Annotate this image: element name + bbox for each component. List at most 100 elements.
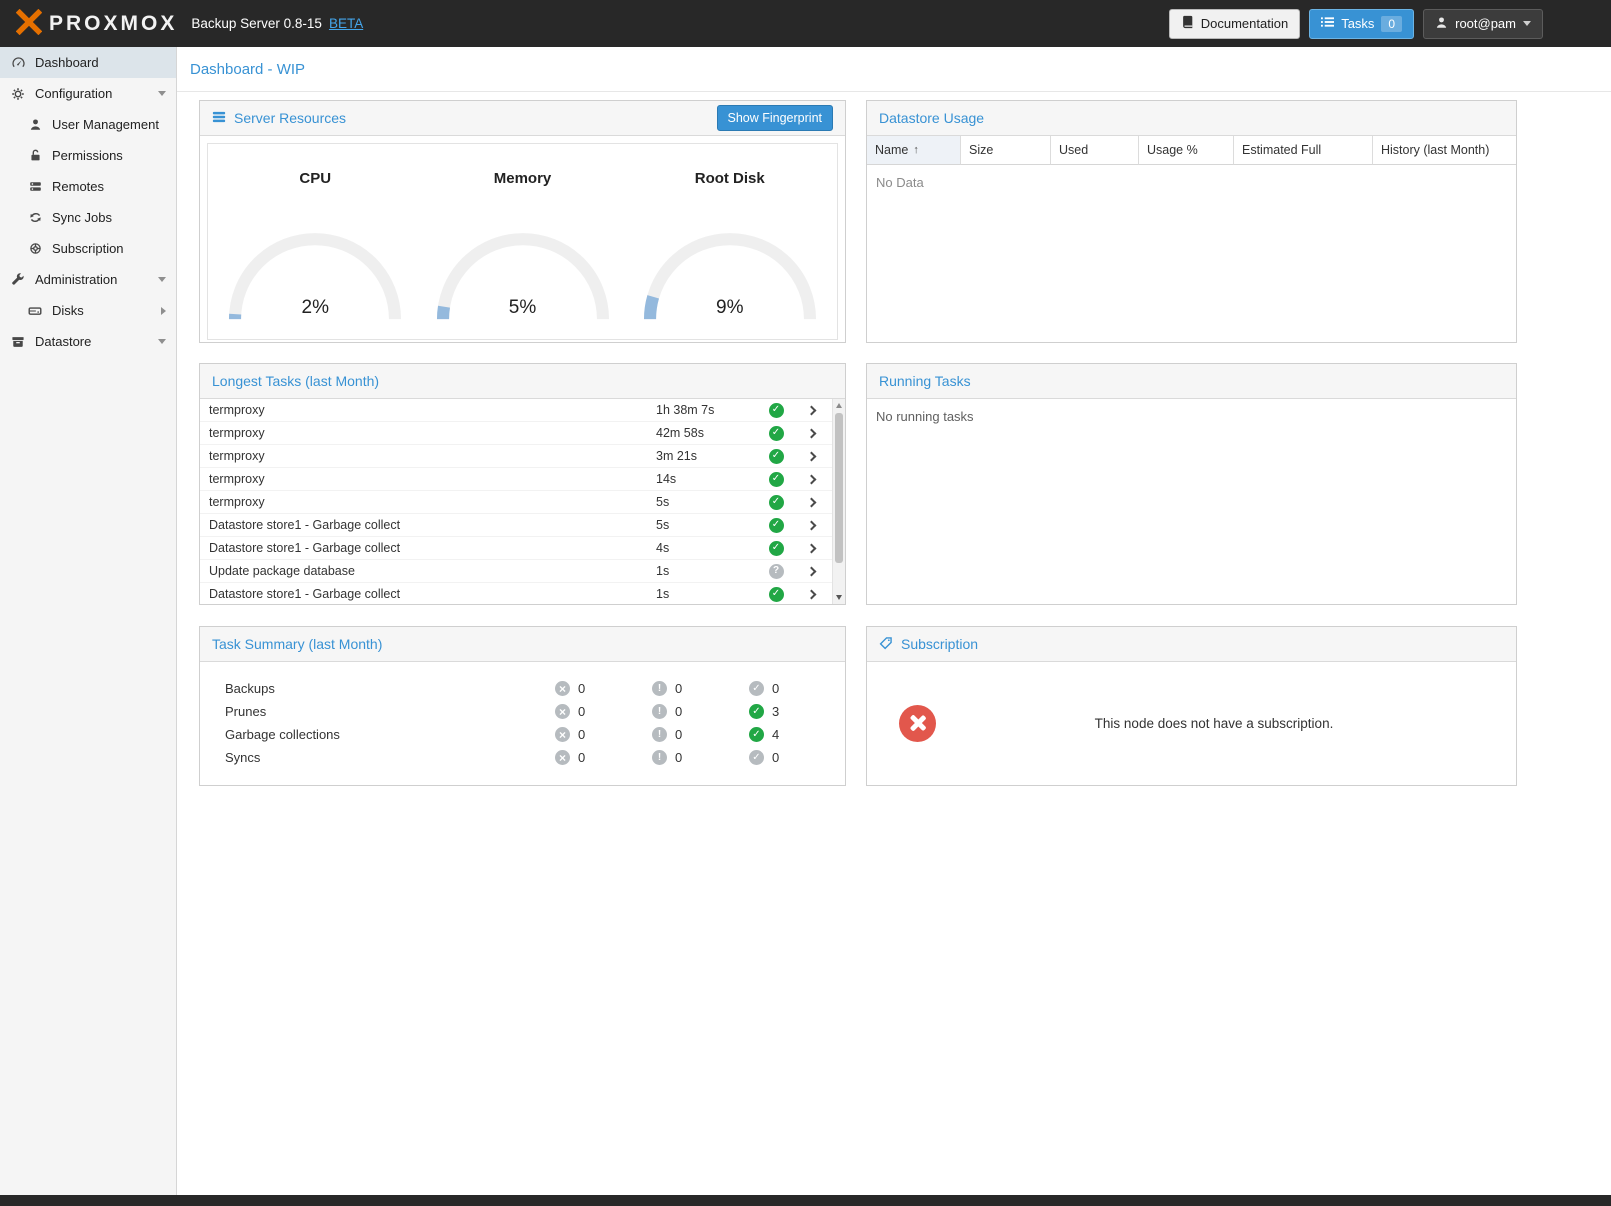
task-status-icon	[769, 449, 784, 464]
chevron-right-icon	[807, 520, 817, 530]
column-header-history[interactable]: History (last Month)	[1373, 136, 1516, 165]
sidebar: Dashboard Configuration User Management	[0, 47, 177, 1195]
panel-title: Server Resources	[234, 110, 346, 126]
task-row[interactable]: termproxy 42m 58s	[200, 422, 832, 445]
sidebar-item-sync-jobs[interactable]: Sync Jobs	[0, 202, 176, 233]
sidebar-item-user-management[interactable]: User Management	[0, 109, 176, 140]
task-open-button[interactable]	[794, 522, 832, 529]
task-summary-body: Backups 0 0 0 Prunes 0 0 3 Garbage colle…	[200, 662, 845, 769]
panel-header: Task Summary (last Month)	[200, 627, 845, 662]
caret-down-icon	[1523, 21, 1531, 26]
summary-row[interactable]: Syncs 0 0 0	[200, 746, 845, 769]
archive-icon	[10, 335, 26, 349]
tasks-button[interactable]: Tasks 0	[1309, 9, 1414, 39]
sidebar-item-datastore[interactable]: Datastore	[0, 326, 176, 357]
root-disk-gauge: Root Disk 9%	[630, 170, 830, 323]
ok-status-icon	[749, 681, 764, 696]
task-open-button[interactable]	[794, 430, 832, 437]
chevron-right-icon	[807, 474, 817, 484]
main-content: Dashboard - WIP Server Resources Show Fi…	[177, 47, 1611, 1195]
column-header-usage-pct[interactable]: Usage %	[1139, 136, 1234, 165]
unlock-icon	[27, 149, 43, 162]
summary-row[interactable]: Prunes 0 0 3	[200, 700, 845, 723]
sync-icon	[27, 211, 43, 224]
gauge-label: Memory	[423, 170, 623, 188]
sidebar-item-subscription[interactable]: Subscription	[0, 233, 176, 264]
task-status-icon	[769, 403, 784, 418]
warning-status-icon	[652, 727, 667, 742]
expand-arrow-icon[interactable]	[161, 307, 166, 315]
task-row[interactable]: Datastore store1 - Garbage collect 4s	[200, 537, 832, 560]
sidebar-item-label: Subscription	[52, 241, 124, 256]
sidebar-item-configuration[interactable]: Configuration	[0, 78, 176, 109]
error-status-icon	[555, 704, 570, 719]
summary-row[interactable]: Garbage collections 0 0 4	[200, 723, 845, 746]
task-row[interactable]: termproxy 3m 21s	[200, 445, 832, 468]
sidebar-item-label: User Management	[52, 117, 159, 132]
scroll-up-icon[interactable]	[836, 403, 842, 408]
proxmox-logo: PROXMOX	[16, 9, 177, 38]
scrollbar-thumb[interactable]	[835, 413, 843, 563]
show-fingerprint-button[interactable]: Show Fingerprint	[717, 105, 834, 131]
tasks-label: Tasks	[1341, 16, 1374, 31]
chevron-right-icon	[807, 428, 817, 438]
sidebar-item-label: Remotes	[52, 179, 104, 194]
sidebar-item-administration[interactable]: Administration	[0, 264, 176, 295]
gauge-value: 5%	[423, 297, 623, 319]
panel-header: Datastore Usage	[867, 101, 1516, 136]
datastore-usage-panel: Datastore Usage Name ↑ Size Used Usage %…	[866, 100, 1517, 343]
task-open-button[interactable]	[794, 568, 832, 575]
datastore-usage-table-header: Name ↑ Size Used Usage % Estimated Full …	[867, 136, 1516, 165]
sidebar-item-permissions[interactable]: Permissions	[0, 140, 176, 171]
sidebar-item-remotes[interactable]: Remotes	[0, 171, 176, 202]
column-header-estimated-full[interactable]: Estimated Full	[1234, 136, 1373, 165]
task-row[interactable]: Update package database 1s	[200, 560, 832, 583]
error-status-icon	[555, 681, 570, 696]
chevron-right-icon	[807, 451, 817, 461]
task-open-button[interactable]	[794, 545, 832, 552]
panel-header: Server Resources Show Fingerprint	[200, 101, 845, 136]
task-row[interactable]: termproxy 1h 38m 7s	[200, 399, 832, 422]
task-row[interactable]: Datastore store1 - Garbage collect 5s	[200, 514, 832, 537]
warning-status-icon	[652, 681, 667, 696]
documentation-label: Documentation	[1201, 16, 1288, 31]
ok-status-icon	[749, 727, 764, 742]
task-open-button[interactable]	[794, 453, 832, 460]
wrench-icon	[10, 273, 26, 287]
summary-row[interactable]: Backups 0 0 0	[200, 677, 845, 700]
sidebar-item-dashboard[interactable]: Dashboard	[0, 47, 176, 78]
task-open-button[interactable]	[794, 499, 832, 506]
panel-header: Longest Tasks (last Month)	[200, 364, 845, 399]
column-header-size[interactable]: Size	[961, 136, 1051, 165]
task-row[interactable]: termproxy 14s	[200, 468, 832, 491]
sidebar-item-label: Datastore	[35, 334, 91, 349]
beta-link[interactable]: BETA	[329, 16, 363, 31]
sidebar-item-disks[interactable]: Disks	[0, 295, 176, 326]
gears-icon	[10, 87, 26, 101]
sidebar-item-label: Sync Jobs	[52, 210, 112, 225]
task-status-icon	[769, 541, 784, 556]
panel-title: Running Tasks	[879, 373, 971, 389]
subscription-panel: Subscription This node does not have a s…	[866, 626, 1517, 786]
panel-title: Task Summary (last Month)	[212, 636, 382, 652]
task-row[interactable]: termproxy 5s	[200, 491, 832, 514]
scroll-down-icon[interactable]	[836, 595, 842, 600]
sidebar-item-label: Permissions	[52, 148, 123, 163]
column-header-name[interactable]: Name ↑	[867, 136, 961, 165]
tasks-scrollbar[interactable]	[832, 399, 845, 604]
expand-arrow-icon[interactable]	[158, 277, 166, 282]
column-header-used[interactable]: Used	[1051, 136, 1139, 165]
ok-status-icon	[749, 750, 764, 765]
user-menu-button[interactable]: root@pam	[1423, 9, 1543, 39]
tasks-list-icon	[1321, 16, 1334, 31]
expand-arrow-icon[interactable]	[158, 91, 166, 96]
expand-arrow-icon[interactable]	[158, 339, 166, 344]
error-status-icon	[555, 750, 570, 765]
task-row[interactable]: Datastore store1 - Garbage collect 1s	[200, 583, 832, 604]
task-open-button[interactable]	[794, 591, 832, 598]
documentation-button[interactable]: Documentation	[1169, 9, 1300, 39]
chevron-right-icon	[807, 497, 817, 507]
tasks-count-badge: 0	[1381, 16, 1402, 32]
task-open-button[interactable]	[794, 476, 832, 483]
task-open-button[interactable]	[794, 407, 832, 414]
